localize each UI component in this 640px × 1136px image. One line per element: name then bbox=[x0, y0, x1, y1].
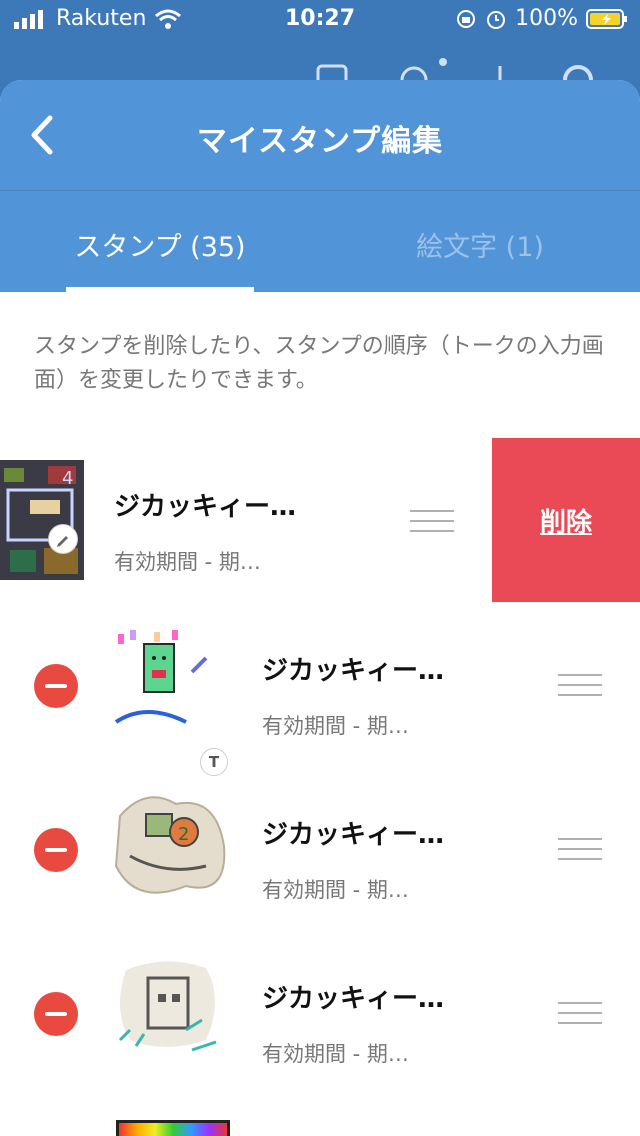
list-item[interactable]: 2 ジカッキィー… 有効期間 - 期… bbox=[0, 766, 640, 930]
stamp-thumbnail: 4 bbox=[0, 460, 84, 580]
stamp-thumbnail bbox=[106, 622, 230, 746]
stamp-name: ジカッキィー… bbox=[262, 820, 445, 850]
stamp-expiry: 有効期間 - 期… bbox=[262, 714, 409, 738]
status-bar: Rakuten 10:27 100% bbox=[0, 0, 640, 42]
list-item[interactable] bbox=[0, 1094, 640, 1136]
description-text: スタンプを削除したり、スタンプの順序（トークの入力画面）を変更したりできます。 bbox=[34, 334, 604, 393]
drag-handle[interactable] bbox=[558, 674, 602, 698]
edit-sheet: マイスタンプ編集 スタンプ (35) 絵文字 (1) スタンプを削除したり、スタ… bbox=[0, 80, 640, 1136]
tab-stamps[interactable]: スタンプ (35) bbox=[0, 191, 320, 292]
stamp-name: ジカッキィー… bbox=[262, 656, 445, 686]
stamp-expiry: 有効期間 - 期… bbox=[114, 550, 261, 574]
stamp-name: ジカッキィー… bbox=[262, 984, 445, 1014]
stamp-expiry: 有効期間 - 期… bbox=[262, 878, 409, 902]
remove-button[interactable] bbox=[34, 828, 78, 872]
battery-percent: 100% bbox=[515, 6, 578, 31]
battery-icon bbox=[586, 8, 627, 29]
page-title: マイスタンプ編集 bbox=[196, 124, 444, 159]
delete-button[interactable]: 削除 bbox=[492, 438, 640, 602]
svg-text:4: 4 bbox=[62, 468, 73, 489]
remove-button[interactable] bbox=[34, 992, 78, 1036]
alarm-icon bbox=[487, 10, 506, 29]
stamp-name: ジカッキィー… bbox=[114, 492, 297, 522]
tab-bar: スタンプ (35) 絵文字 (1) bbox=[0, 190, 640, 292]
remove-button[interactable] bbox=[34, 664, 78, 708]
stamp-expiry: 有効期間 - 期… bbox=[262, 1042, 409, 1066]
list-item[interactable]: 4 ジカッキィー… 有効期間 - 期… 削除 bbox=[0, 438, 640, 602]
list-item[interactable]: ジカッキィー… 有効期間 - 期… bbox=[0, 930, 640, 1094]
tab-emoji-label: 絵文字 (1) bbox=[416, 232, 544, 263]
drag-handle[interactable] bbox=[410, 510, 454, 534]
drag-handle[interactable] bbox=[558, 838, 602, 862]
drag-handle[interactable] bbox=[558, 1002, 602, 1026]
pencil-icon bbox=[57, 536, 68, 547]
header: マイスタンプ編集 bbox=[0, 80, 640, 190]
tab-emoji[interactable]: 絵文字 (1) bbox=[320, 191, 640, 292]
svg-text:2: 2 bbox=[178, 824, 189, 845]
tab-stamps-label: スタンプ (35) bbox=[74, 232, 246, 263]
stamp-thumbnail: 2 bbox=[106, 786, 230, 910]
edit-badge bbox=[48, 524, 78, 554]
list-item[interactable]: T ジカッキィー… 有効期間 - 期… bbox=[0, 602, 640, 776]
active-tab-indicator bbox=[66, 287, 254, 292]
rotation-lock-icon bbox=[457, 9, 476, 28]
stamp-thumbnail bbox=[116, 1120, 230, 1136]
stamp-thumbnail bbox=[106, 950, 230, 1074]
